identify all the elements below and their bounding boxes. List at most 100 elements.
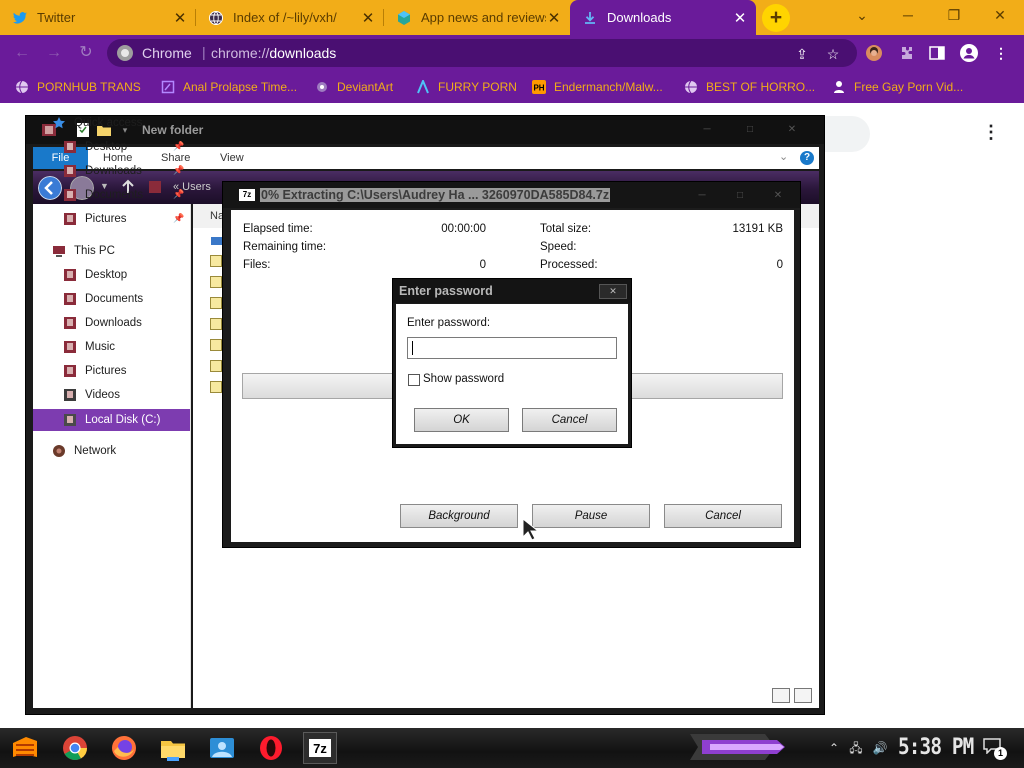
- tab-downloads[interactable]: Downloads ✕: [570, 0, 756, 35]
- bookmark-label: FURRY PORN: [438, 80, 517, 94]
- file-explorer-icon[interactable]: [158, 733, 188, 763]
- nav-item[interactable]: Desktop: [63, 264, 127, 286]
- account-icon[interactable]: [958, 42, 980, 64]
- 7zip-taskbar-button[interactable]: 7z: [303, 732, 337, 764]
- restore-button[interactable]: ❐: [932, 0, 976, 30]
- bookmark-star-icon[interactable]: ☆: [823, 45, 843, 65]
- file-row-icon[interactable]: [210, 318, 222, 330]
- bookmark-anal-prolapse[interactable]: Anal Prolapse Time...: [161, 78, 297, 96]
- explorer-maximize-button[interactable]: □: [732, 121, 768, 139]
- file-row-icon[interactable]: [210, 297, 222, 309]
- photos-icon[interactable]: [207, 733, 237, 763]
- reload-button[interactable]: ↻: [74, 41, 98, 65]
- chrome-icon[interactable]: [60, 733, 90, 763]
- details-view-icon[interactable]: [772, 688, 790, 703]
- file-row-icon[interactable]: [210, 381, 222, 393]
- file-row-icon[interactable]: [210, 255, 222, 267]
- close-icon[interactable]: ✕: [732, 9, 748, 27]
- files-label: Files:: [243, 259, 271, 271]
- large-icons-view-icon[interactable]: [794, 688, 812, 703]
- bookmark-deviantart[interactable]: DeviantArt: [315, 78, 393, 96]
- remaining-time-label: Remaining time:: [243, 241, 327, 253]
- network-status-icon[interactable]: 🖧: [848, 740, 864, 756]
- nav-item[interactable]: Music: [63, 336, 115, 358]
- minimize-button[interactable]: ─: [886, 0, 930, 30]
- new-tab-button[interactable]: +: [762, 4, 790, 32]
- close-icon[interactable]: ✕: [546, 9, 562, 27]
- explorer-minimize-button[interactable]: ─: [689, 121, 725, 139]
- total-size-value: 13191 KB: [732, 223, 783, 235]
- globe-icon: [685, 80, 697, 94]
- tab-view[interactable]: View: [208, 147, 256, 169]
- cancel-button[interactable]: Cancel: [522, 408, 617, 432]
- background-button[interactable]: Background: [400, 504, 518, 528]
- address-bar[interactable]: Chrome | chrome://downloads ⇪ ☆: [107, 39, 857, 67]
- show-hidden-icons-icon[interactable]: ⌃: [826, 740, 842, 756]
- bookmark-endermanch[interactable]: PH Endermanch/Malw...: [532, 78, 663, 96]
- chevron-down-icon[interactable]: ⌄: [779, 150, 788, 163]
- bookmark-free-gay-porn[interactable]: Free Gay Porn Vid...: [832, 78, 963, 96]
- url-scheme: chrome://: [211, 45, 270, 61]
- nav-item-label: This PC: [74, 245, 115, 257]
- taskbar-decoration: [690, 734, 785, 760]
- bookmark-best-of-horror[interactable]: BEST OF HORRO...: [684, 78, 815, 96]
- back-button[interactable]: ←: [10, 41, 34, 65]
- password-label: Enter password:: [407, 317, 491, 329]
- close-icon[interactable]: ✕: [360, 9, 376, 27]
- nav-item[interactable]: Pictures 📌: [63, 208, 184, 230]
- nav-item[interactable]: Downloads: [63, 312, 142, 334]
- close-icon[interactable]: ✕: [172, 9, 188, 27]
- tab-app-news[interactable]: App news and reviews ✕: [384, 0, 570, 35]
- explorer-close-button[interactable]: ✕: [774, 121, 810, 139]
- dialog-maximize-button[interactable]: □: [723, 189, 757, 203]
- cancel-extraction-button[interactable]: Cancel: [664, 504, 782, 528]
- help-icon[interactable]: ?: [800, 151, 814, 165]
- file-row-icon[interactable]: [210, 360, 222, 372]
- start-icon[interactable]: [10, 733, 40, 763]
- pause-button[interactable]: Pause: [532, 504, 650, 528]
- back-arrow-icon[interactable]: [38, 176, 62, 200]
- share-icon[interactable]: ⇪: [792, 45, 812, 65]
- nav-item[interactable]: Downloads 📌: [63, 160, 184, 182]
- side-panel-icon[interactable]: [926, 42, 948, 64]
- show-password-checkbox[interactable]: [408, 374, 420, 386]
- tab-twitter[interactable]: Twitter ✕: [0, 0, 196, 35]
- ok-button[interactable]: OK: [414, 408, 509, 432]
- extensions-icon[interactable]: [895, 42, 917, 64]
- nav-item[interactable]: Quick access: [52, 112, 142, 134]
- tab-index-of-lily[interactable]: Index of /~lily/vxh/ ✕: [196, 0, 384, 35]
- dialog-close-button[interactable]: ✕: [761, 189, 795, 203]
- browser-menu-icon[interactable]: ⋮: [990, 42, 1012, 64]
- url-text[interactable]: chrome://downloads: [211, 45, 336, 61]
- close-button[interactable]: ✕: [978, 0, 1022, 30]
- nav-item[interactable]: This PC: [52, 240, 115, 262]
- nav-item[interactable]: Network: [52, 440, 116, 462]
- bookmark-pornhub-trans[interactable]: PORNHUB TRANS: [15, 78, 141, 96]
- file-row-icon[interactable]: [210, 339, 222, 351]
- downloads-search-field[interactable]: [822, 116, 870, 152]
- tab-search-button[interactable]: ⌄: [840, 0, 884, 30]
- file-row-icon[interactable]: [210, 276, 222, 288]
- show-password-label[interactable]: Show password: [423, 373, 504, 385]
- bookmark-furry[interactable]: FURRY PORN: [416, 78, 517, 96]
- opera-icon[interactable]: [256, 733, 286, 763]
- dialog-minimize-button[interactable]: ─: [685, 189, 719, 203]
- close-icon[interactable]: ✕: [599, 284, 627, 299]
- total-size-label: Total size:: [540, 223, 592, 235]
- downloads-more-icon[interactable]: ⋮: [982, 122, 1000, 142]
- lambda-icon: [417, 80, 429, 94]
- nav-item-label: Desktop: [85, 141, 128, 153]
- nav-item[interactable]: Documents: [63, 288, 143, 310]
- notifications-icon[interactable]: 1: [983, 738, 1007, 760]
- taskbar-clock[interactable]: 5:38 PM: [898, 735, 974, 760]
- firefox-icon[interactable]: [109, 733, 139, 763]
- nav-item[interactable]: Documents 📌: [63, 184, 184, 206]
- forward-button[interactable]: →: [42, 41, 66, 65]
- volume-icon[interactable]: 🔊: [872, 740, 888, 756]
- nav-item[interactable]: Videos: [63, 384, 120, 406]
- password-input[interactable]: [407, 337, 617, 359]
- nav-item[interactable]: Pictures: [63, 360, 127, 382]
- nav-item[interactable]: Desktop 📌: [63, 136, 184, 158]
- nav-item[interactable]: Local Disk (C:): [33, 409, 190, 431]
- profile-avatar-icon[interactable]: [863, 42, 885, 64]
